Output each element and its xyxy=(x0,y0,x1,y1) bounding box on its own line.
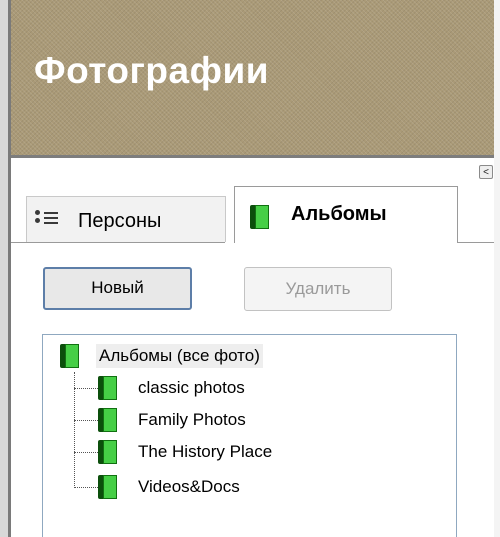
album-book-icon xyxy=(60,344,80,368)
album-book-icon xyxy=(98,475,118,499)
header-divider xyxy=(11,155,494,158)
tab-albums-label: Альбомы xyxy=(291,203,387,225)
header-banner: Фотографии xyxy=(11,0,494,155)
tree-connector xyxy=(74,388,100,389)
album-book-icon xyxy=(250,205,270,229)
tab-strip-line-right xyxy=(458,242,494,243)
new-album-button[interactable]: Новый xyxy=(43,267,192,310)
tree-root-label: Альбомы (все фото) xyxy=(96,344,263,368)
album-book-icon xyxy=(98,376,118,400)
delete-album-button[interactable]: Удалить xyxy=(244,267,392,311)
collapse-panel-button[interactable] xyxy=(479,165,493,179)
tree-item-label: Family Photos xyxy=(138,410,246,429)
right-edge xyxy=(494,0,500,537)
tab-persons-label: Персоны xyxy=(78,210,162,232)
tab-albums[interactable]: Альбомы xyxy=(234,186,458,243)
album-book-icon xyxy=(98,440,118,464)
left-gutter xyxy=(0,0,8,537)
album-book-icon xyxy=(98,408,118,432)
tree-item-label: Videos&Docs xyxy=(138,477,240,496)
tree-connector xyxy=(74,372,75,488)
tree-item-label: classic photos xyxy=(138,378,245,397)
page-title: Фотографии xyxy=(34,50,269,91)
tab-persons[interactable]: Персоны xyxy=(26,196,226,242)
tree-connector xyxy=(74,452,100,453)
tab-strip-line xyxy=(11,242,225,243)
tree-connector xyxy=(74,420,100,421)
tree-item-label: The History Place xyxy=(138,442,273,461)
persons-list-icon xyxy=(35,210,65,230)
tree-connector xyxy=(74,487,100,488)
